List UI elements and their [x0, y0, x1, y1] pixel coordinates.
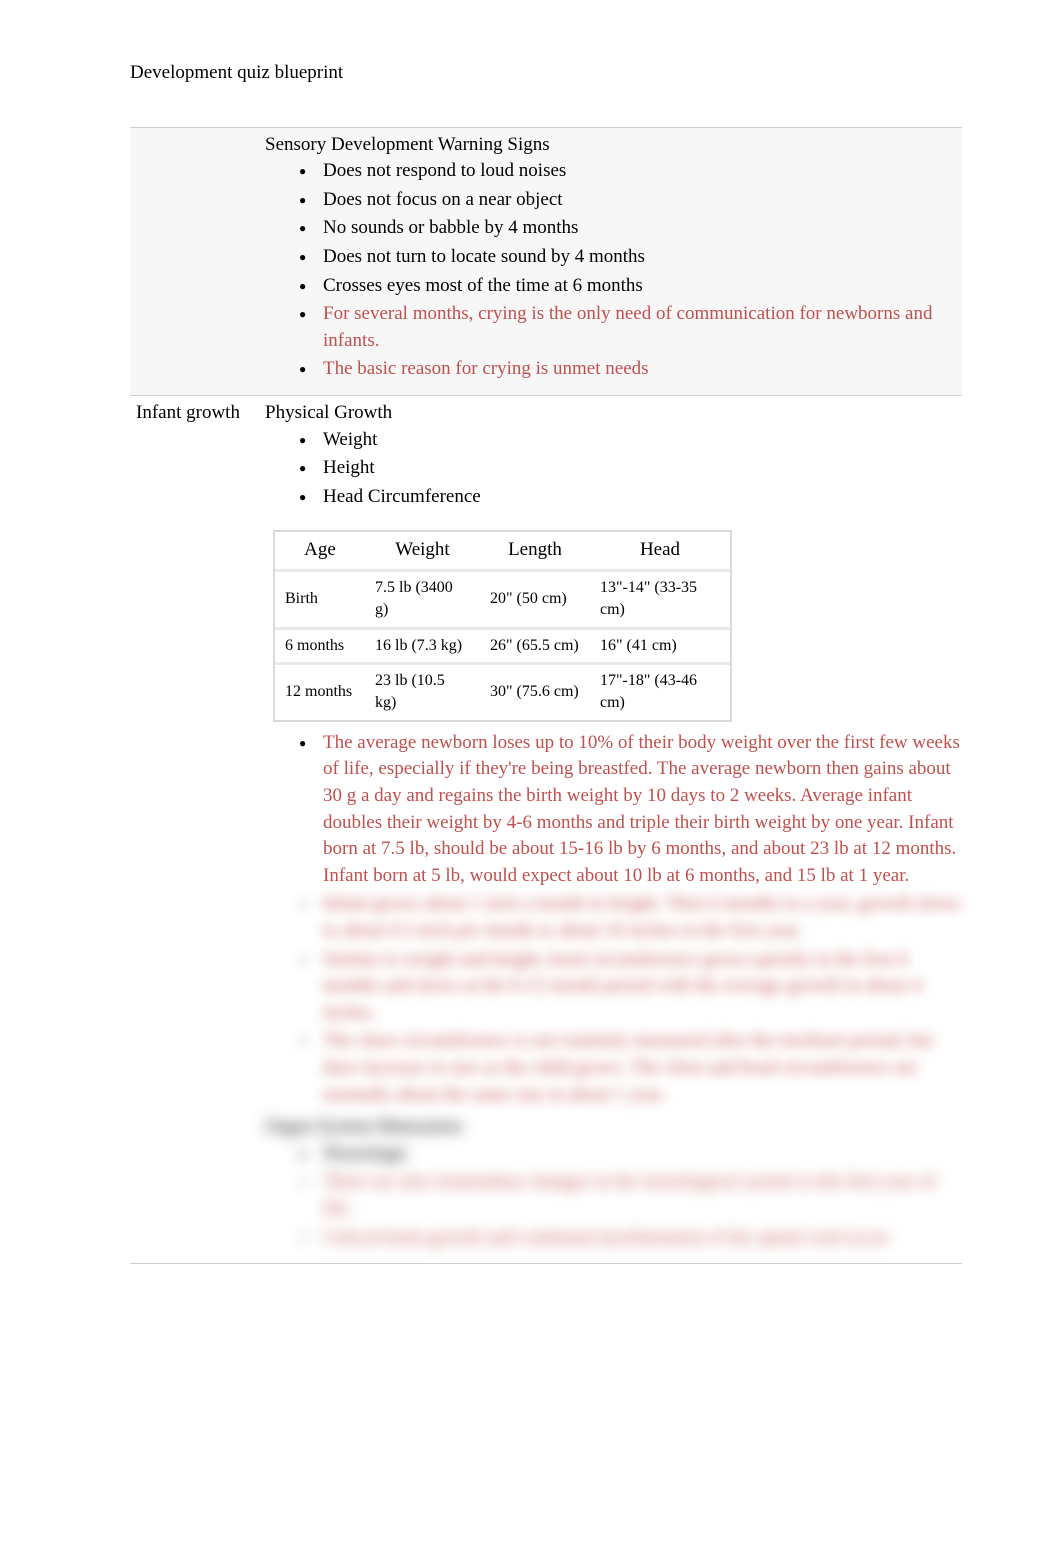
row-growth-left: Infant growth — [130, 395, 265, 1263]
table-row: 12 months 23 lb (10.5 kg) 30" (75.6 cm) … — [275, 665, 730, 720]
list-text: The chest circumference is not routinely… — [323, 1030, 933, 1104]
list-text: Does not respond to loud noises — [323, 160, 566, 181]
list-item: Does not turn to locate sound by 4 month… — [305, 244, 962, 271]
row-growth-right: Physical Growth Weight Height Head Circu… — [265, 395, 962, 1263]
list-item: Head Circumference — [305, 484, 962, 511]
cell: 23 lb (10.5 kg) — [365, 665, 480, 720]
list-item: Does not respond to loud noises — [305, 158, 962, 185]
cell: 13"-14" (33-35 cm) — [590, 572, 730, 630]
list-item: Weight — [305, 427, 962, 454]
list-item: Infant grows about 1 inch a month in hei… — [305, 891, 962, 944]
list-text: Neurologic — [323, 1143, 408, 1164]
cell: 16 lb (7.3 kg) — [365, 630, 480, 665]
list-item: Similar to weight and height, head circu… — [305, 947, 962, 1027]
list-text: Weight — [323, 429, 377, 450]
cell: 16" (41 cm) — [590, 630, 730, 665]
list-item: For several months, crying is the only n… — [305, 301, 962, 354]
cell: Birth — [275, 572, 365, 630]
list-text: Crosses eyes most of the time at 6 month… — [323, 275, 643, 296]
blurred-section: Organ System Maturation Neurologic There… — [265, 1114, 962, 1251]
list-text: Similar to weight and height, head circu… — [323, 949, 921, 1023]
cell: 17"-18" (43-46 cm) — [590, 665, 730, 720]
th-head: Head — [590, 532, 730, 572]
cell: 7.5 lb (3400 g) — [365, 572, 480, 630]
after-table-list: The average newborn loses up to 10% of t… — [265, 730, 962, 890]
physical-growth-list: Weight Height Head Circumference — [265, 427, 962, 511]
list-item: There are also tremendous changes in the… — [305, 1169, 962, 1222]
table-row: 6 months 16 lb (7.3 kg) 26" (65.5 cm) 16… — [275, 630, 730, 665]
blurred-heading: Organ System Maturation — [265, 1114, 962, 1141]
table-row: Birth 7.5 lb (3400 g) 20" (50 cm) 13"-14… — [275, 572, 730, 630]
row-sensory-right: Sensory Development Warning Signs Does n… — [265, 127, 962, 395]
list-item: The chest circumference is not routinely… — [305, 1028, 962, 1108]
cell: 20" (50 cm) — [480, 572, 590, 630]
list-text: Does not turn to locate sound by 4 month… — [323, 246, 645, 267]
list-text: Does not focus on a near object — [323, 189, 563, 210]
blurred-sub-list: Neurologic — [265, 1141, 962, 1168]
cell: 12 months — [275, 665, 365, 720]
list-text: Height — [323, 457, 375, 478]
sensory-heading: Sensory Development Warning Signs — [265, 132, 962, 159]
physical-growth-heading: Physical Growth — [265, 400, 962, 427]
table-header-row: Age Weight Length Head — [275, 532, 730, 572]
list-item: Height — [305, 455, 962, 482]
row-infant-growth: Infant growth Physical Growth Weight Hei… — [130, 395, 962, 1263]
list-text: Head Circumference — [323, 486, 481, 507]
list-text: Infant grows about 1 inch a month in hei… — [323, 893, 960, 941]
list-text: The basic reason for crying is unmet nee… — [323, 358, 649, 379]
list-text: The average newborn loses up to 10% of t… — [323, 732, 960, 886]
page-title: Development quiz blueprint — [130, 60, 962, 87]
cell: 26" (65.5 cm) — [480, 630, 590, 665]
list-item: No sounds or babble by 4 months — [305, 215, 962, 242]
content-table: Sensory Development Warning Signs Does n… — [130, 127, 962, 1265]
list-text: Critical brain growth and continued myel… — [323, 1227, 891, 1248]
sensory-list: Does not respond to loud noises Does not… — [265, 158, 962, 383]
row-sensory-left — [130, 127, 265, 395]
blurred-sub-bullets: There are also tremendous changes in the… — [265, 1169, 962, 1251]
list-item: Crosses eyes most of the time at 6 month… — [305, 273, 962, 300]
blurred-list: Infant grows about 1 inch a month in hei… — [265, 891, 962, 1108]
list-text: For several months, crying is the only n… — [323, 303, 932, 351]
growth-data-table: Age Weight Length Head Birth 7.5 lb (340… — [273, 530, 732, 722]
list-item: Does not focus on a near object — [305, 187, 962, 214]
th-age: Age — [275, 532, 365, 572]
list-item: The basic reason for crying is unmet nee… — [305, 356, 962, 383]
cell: 6 months — [275, 630, 365, 665]
row-sensory: Sensory Development Warning Signs Does n… — [130, 127, 962, 395]
list-item: Critical brain growth and continued myel… — [305, 1225, 962, 1252]
th-length: Length — [480, 532, 590, 572]
cell: 30" (75.6 cm) — [480, 665, 590, 720]
list-text: No sounds or babble by 4 months — [323, 217, 578, 238]
th-weight: Weight — [365, 532, 480, 572]
list-item: The average newborn loses up to 10% of t… — [305, 730, 962, 890]
list-item: Neurologic — [305, 1141, 962, 1168]
list-text: There are also tremendous changes in the… — [323, 1171, 936, 1219]
